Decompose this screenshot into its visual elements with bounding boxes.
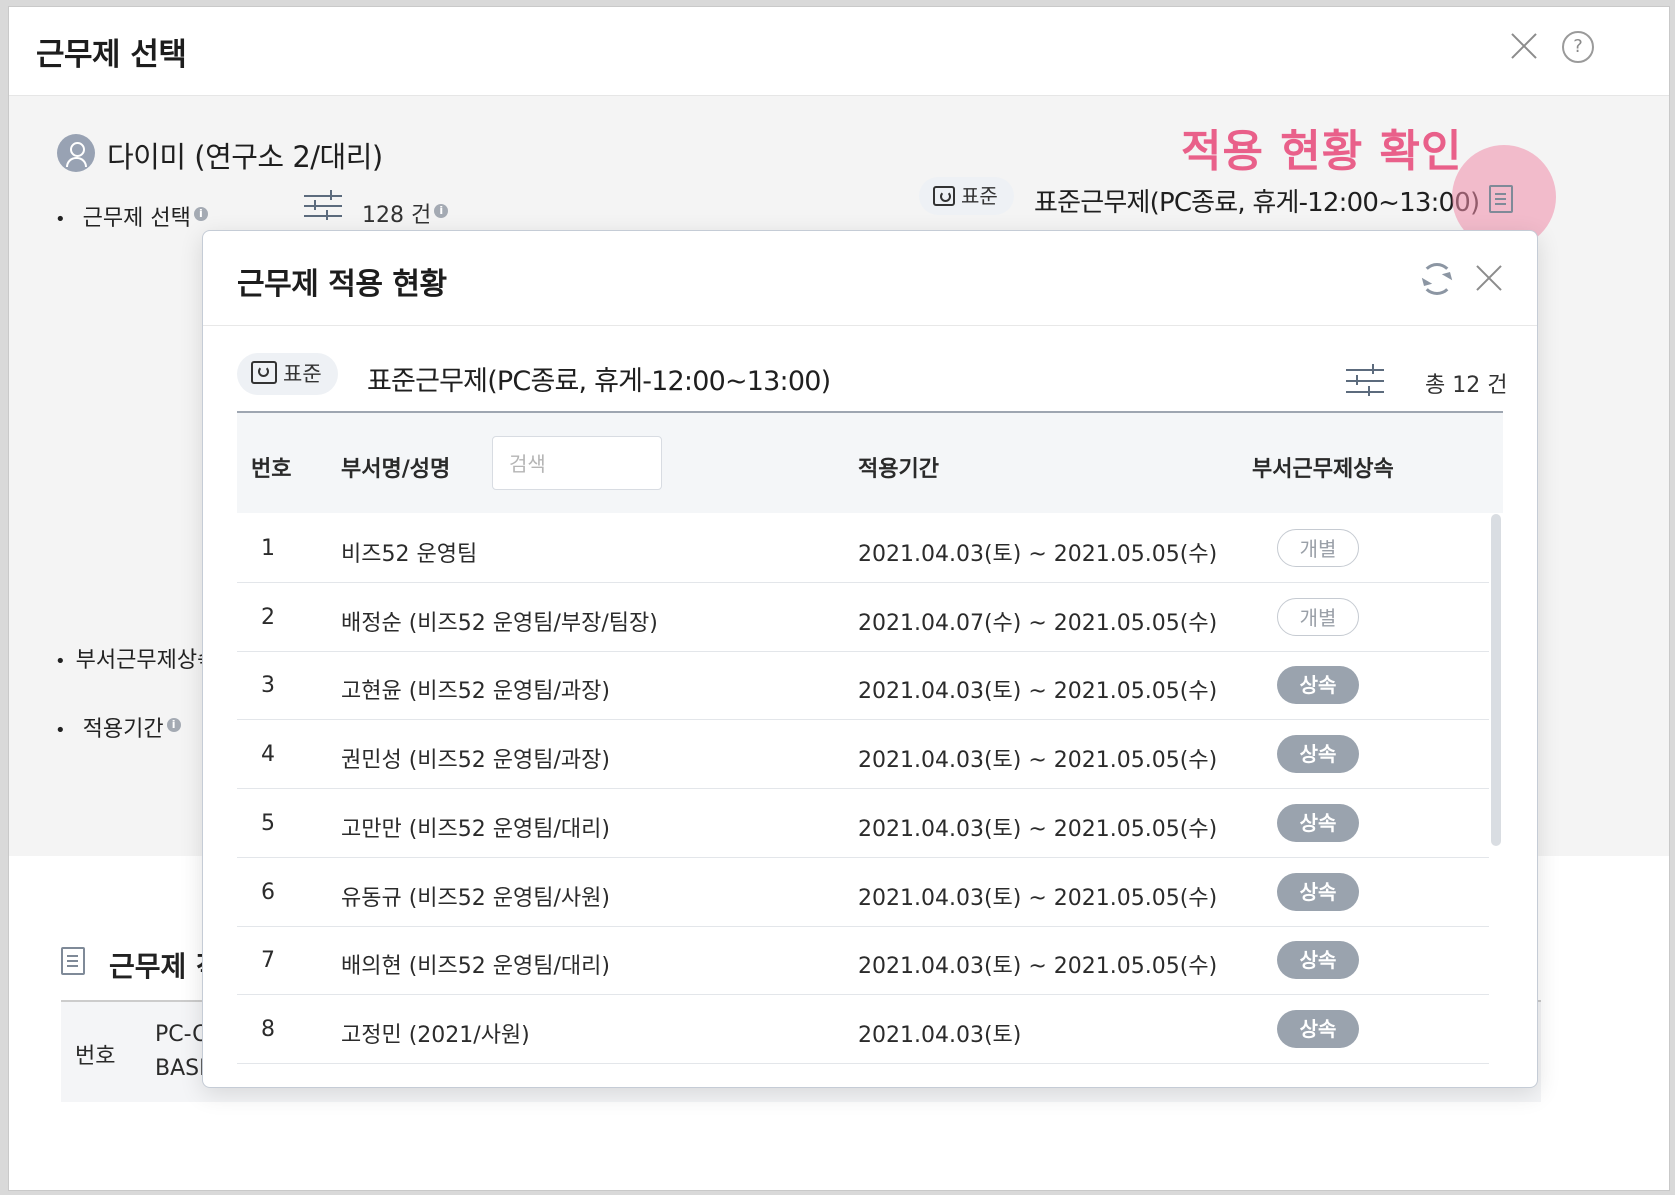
popup-total-count: 총 12 건 — [1425, 373, 1508, 398]
row-number: 8 — [261, 1016, 275, 1042]
table-row[interactable]: 2 배정순 (비즈52 운영팀/부장/팀장) 2021.04.07(수) ~ 202… — [237, 583, 1489, 652]
row-name: 고현윤 (비즈52 운영팀/과장) — [341, 679, 610, 705]
field-label-select: 근무제 선택i — [55, 200, 208, 232]
popup-filter-icon[interactable] — [1346, 363, 1384, 397]
selected-policy: 표준근무제(PC종료, 휴게-12:00~13:00) — [1034, 188, 1480, 218]
row-name: 고만만 (비즈52 운영팀/대리) — [341, 816, 610, 842]
info-icon[interactable]: i — [166, 717, 181, 732]
row-status-badge[interactable]: 상속 — [1277, 666, 1359, 705]
field-label-inherit: 부서근무제상속 — [55, 642, 218, 674]
table-row[interactable]: 5 고만만 (비즈52 운영팀/대리) 2021.04.03(토) ~ 2021.0… — [237, 789, 1489, 858]
close-icon[interactable] — [1509, 31, 1539, 61]
table-row[interactable]: 6 유동규 (비즈52 운영팀/사원) 2021.04.03(토) ~ 2021.0… — [237, 858, 1489, 927]
row-number: 2 — [261, 604, 275, 630]
popup-standard-badge: 표준 — [237, 353, 338, 395]
scrollbar-thumb[interactable] — [1491, 514, 1501, 846]
row-period: 2021.04.07(수) ~ 2021.05.05(수) — [858, 610, 1218, 636]
avatar — [57, 134, 95, 172]
table-row[interactable]: 8 고정민 (2021/사원) 2021.04.03(토) 상속 — [237, 995, 1489, 1064]
col-name: 부서명/성명 — [341, 457, 451, 482]
row-name: 고정민 (2021/사원) — [341, 1022, 530, 1048]
row-status-badge[interactable]: 상속 — [1277, 735, 1359, 774]
bg-col-no: 번호 — [75, 1044, 116, 1069]
table-row[interactable]: 1 비즈52 운영팀 2021.04.03(토) ~ 2021.05.05(수) 개별 — [237, 514, 1489, 583]
row-number: 7 — [261, 948, 275, 974]
field-label-select-text: 근무제 선택 — [82, 206, 191, 231]
help-icon[interactable]: ? — [1562, 31, 1594, 63]
row-status-badge[interactable]: 상속 — [1277, 803, 1359, 842]
policy-status-popup: 근무제 적용 현황 표준 표준근무제(PC종료, 휴게-12:00~13:00)… — [202, 230, 1538, 1088]
refresh-icon[interactable] — [1421, 263, 1453, 295]
filter-icon[interactable] — [304, 189, 342, 223]
row-number: 5 — [261, 810, 275, 836]
popup-standard-badge-label: 표준 — [283, 362, 322, 386]
row-number: 3 — [261, 673, 275, 699]
col-no: 번호 — [251, 457, 292, 482]
policy-count: 128 건i — [362, 197, 449, 229]
dialog-header: 근무제 선택 ? — [9, 7, 1669, 96]
popup-policy-name: 표준근무제(PC종료, 휴게-12:00~13:00) — [367, 366, 831, 397]
row-name: 권민성 (비즈52 운영팀/과장) — [341, 748, 610, 774]
row-period: 2021.04.03(토) ~ 2021.05.05(수) — [858, 679, 1218, 705]
field-label-period-text: 적용기간 — [82, 717, 164, 742]
user-name: 다이미 (연구소 2/대리) — [107, 140, 383, 174]
standard-badge-label: 표준 — [961, 184, 998, 208]
row-period: 2021.04.03(토) ~ 2021.05.05(수) — [858, 816, 1218, 842]
popup-header: 근무제 적용 현황 — [203, 231, 1537, 326]
col-period: 적용기간 — [858, 457, 939, 482]
row-name: 비즈52 운영팀 — [341, 542, 478, 567]
popup-close-icon[interactable] — [1474, 263, 1504, 293]
field-label-period: 적용기간i — [55, 711, 181, 743]
row-status-badge[interactable]: 개별 — [1277, 529, 1359, 567]
row-number: 1 — [261, 536, 275, 561]
row-period: 2021.04.03(토) ~ 2021.05.05(수) — [858, 954, 1218, 980]
row-number: 6 — [261, 879, 275, 905]
pc-power-icon — [251, 361, 277, 384]
policy-count-text: 128 건 — [362, 203, 432, 228]
row-period: 2021.04.03(토) ~ 2021.05.05(수) — [858, 885, 1218, 911]
row-period: 2021.04.03(토) ~ 2021.05.05(수) — [858, 748, 1218, 774]
pc-power-icon — [933, 186, 955, 206]
name-search-input[interactable]: 검색 — [492, 436, 662, 490]
table-row[interactable]: 7 배의현 (비즈52 운영팀/대리) 2021.04.03(토) ~ 2021.0… — [237, 926, 1489, 996]
row-status-badge[interactable]: 상속 — [1277, 941, 1359, 980]
row-status-badge[interactable]: 상속 — [1277, 1009, 1359, 1048]
section-document-icon — [61, 947, 85, 975]
row-number: 4 — [261, 742, 275, 768]
table-header: 번호 부서명/성명 적용기간 부서근무제상속 — [237, 413, 1503, 513]
info-icon[interactable]: i — [193, 206, 208, 221]
row-period: 2021.04.03(토) ~ 2021.05.05(수) — [858, 542, 1218, 567]
annotation-label: 적용 현황 확인 — [1181, 126, 1463, 177]
col-inherit: 부서근무제상속 — [1252, 457, 1394, 482]
row-name: 유동규 (비즈52 운영팀/사원) — [341, 885, 610, 911]
table-row[interactable]: 3 고현윤 (비즈52 운영팀/과장) 2021.04.03(토) ~ 2021.0… — [237, 651, 1489, 721]
row-period: 2021.04.03(토) — [858, 1022, 1022, 1048]
row-name: 배정순 (비즈52 운영팀/부장/팀장) — [341, 610, 658, 636]
row-name: 배의현 (비즈52 운영팀/대리) — [341, 954, 610, 980]
document-icon[interactable] — [1489, 185, 1513, 213]
standard-badge: 표준 — [919, 177, 1014, 215]
popup-title: 근무제 적용 현황 — [237, 267, 447, 302]
info-icon[interactable]: i — [434, 203, 449, 218]
table-row[interactable]: 4 권민성 (비즈52 운영팀/과장) 2021.04.03(토) ~ 2021.0… — [237, 720, 1489, 790]
row-status-badge[interactable]: 상속 — [1277, 872, 1359, 911]
row-status-badge[interactable]: 개별 — [1277, 597, 1359, 636]
dialog-title: 근무제 선택 — [36, 37, 187, 73]
